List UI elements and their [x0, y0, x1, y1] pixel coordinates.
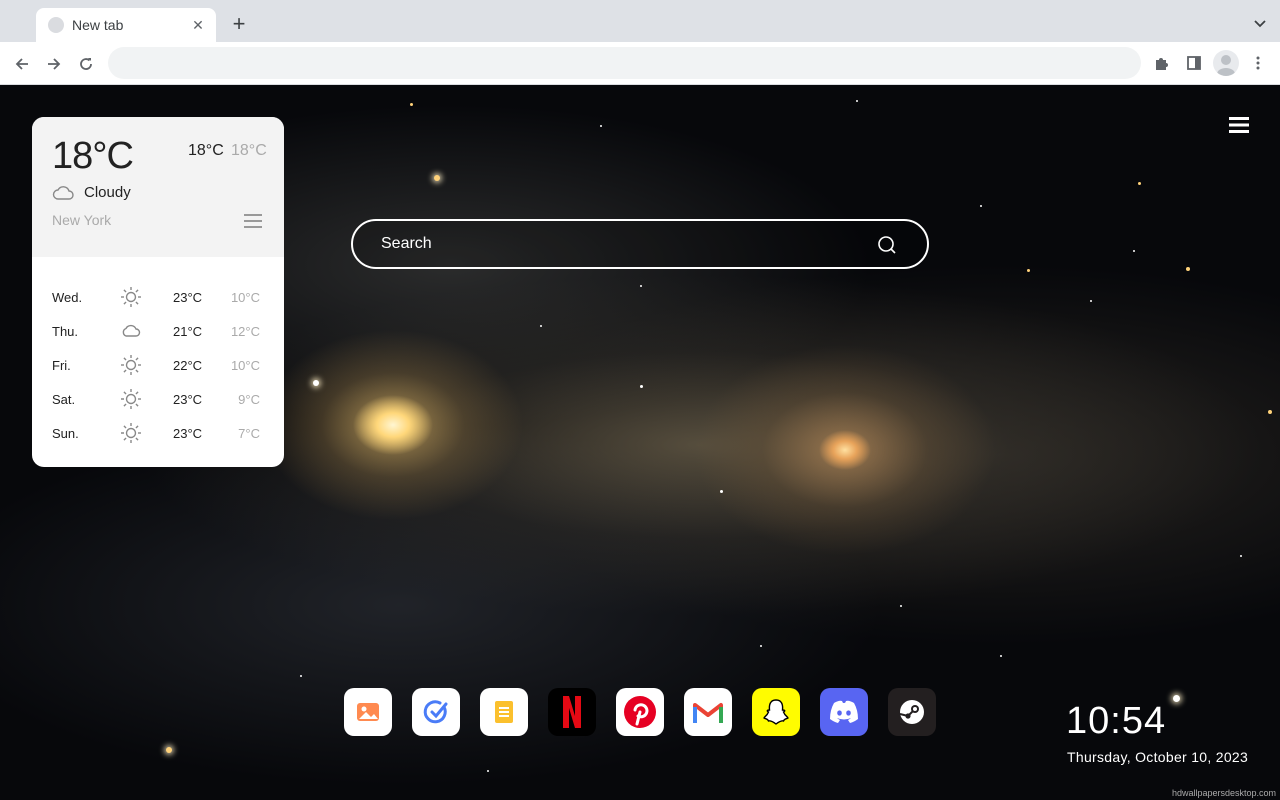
search-box: [351, 219, 929, 269]
forecast-day: Sat.: [52, 392, 76, 407]
forecast-day: Sun.: [52, 426, 79, 441]
app-gmail[interactable]: [684, 688, 732, 736]
puzzle-icon: [1156, 58, 1168, 70]
forecast-high: 21°C: [173, 324, 203, 339]
browser-menu-button[interactable]: [1247, 52, 1269, 74]
tab-new-tab[interactable]: New tab ✕: [36, 8, 216, 42]
sun-icon: [120, 354, 142, 376]
new-tab-page: 18°C 18°C 18°C Cloudy New York Wed. 23°C: [0, 85, 1280, 800]
cloud-icon: [52, 185, 74, 200]
snapchat-icon: [763, 699, 789, 725]
gmail-icon: [693, 703, 723, 723]
forecast-row: Sun. 23°C 7°C: [32, 417, 284, 451]
forecast-day: Thu.: [52, 324, 79, 339]
tab-favicon-icon: [48, 17, 64, 33]
note-icon: [495, 701, 513, 723]
cloud-icon: [120, 320, 142, 342]
sun-icon: [120, 422, 142, 444]
image-icon: [357, 703, 379, 721]
steam-icon: [899, 700, 924, 724]
side-panel-icon: [1187, 56, 1201, 70]
back-button[interactable]: [9, 51, 35, 77]
app-notes[interactable]: [480, 688, 528, 736]
current-temperature: 18°C: [52, 135, 134, 177]
address-bar[interactable]: [108, 47, 1141, 79]
forecast-high: 23°C: [173, 426, 203, 441]
forecast-low: 10°C: [230, 290, 260, 305]
forecast-row: Sat. 23°C 9°C: [32, 383, 284, 417]
tab-search-chevron-icon[interactable]: [1252, 15, 1268, 31]
today-low: 18°C: [231, 142, 267, 159]
sun-icon: [120, 286, 142, 308]
forward-button[interactable]: [41, 51, 67, 77]
arrow-right-icon: [48, 58, 61, 70]
forecast-high: 22°C: [173, 358, 203, 373]
reload-button[interactable]: [73, 51, 99, 77]
netflix-icon: [563, 696, 581, 728]
city-name: New York: [52, 212, 112, 228]
reload-icon: [80, 58, 92, 70]
search-input[interactable]: [381, 231, 861, 257]
app-discord[interactable]: [820, 688, 868, 736]
weather-widget[interactable]: 18°C 18°C 18°C Cloudy New York Wed. 23°C: [32, 117, 284, 467]
app-dock: [344, 688, 956, 736]
new-tab-button[interactable]: +: [228, 13, 250, 36]
forecast-day: Wed.: [52, 290, 83, 305]
profile-avatar[interactable]: [1213, 50, 1239, 76]
page-menu-icon[interactable]: [1229, 117, 1249, 133]
forecast-low: 7°C: [238, 426, 260, 441]
weather-condition: Cloudy: [52, 184, 131, 201]
forecast-high: 23°C: [173, 392, 203, 407]
app-photos[interactable]: [344, 688, 392, 736]
app-tasks[interactable]: [412, 688, 460, 736]
today-high: 18°C: [188, 142, 224, 159]
clock-date: Thursday, October 10, 2023: [1067, 749, 1249, 765]
close-tab-icon[interactable]: ✕: [190, 17, 206, 33]
more-vertical-icon: [1256, 56, 1260, 70]
app-steam[interactable]: [888, 688, 936, 736]
wallpaper-credit: hdwallpapersdesktop.com: [1171, 788, 1276, 798]
check-circle-icon: [423, 700, 448, 724]
toolbar: [0, 42, 1280, 85]
tab-strip: New tab ✕ +: [0, 0, 1280, 42]
forecast-row: Fri. 22°C 10°C: [32, 349, 284, 383]
forecast-list: Wed. 23°C 10°C Thu. 21°C 12°C Fri. 22°C …: [32, 257, 284, 451]
tab-title: New tab: [72, 17, 124, 33]
forecast-low: 9°C: [238, 392, 260, 407]
person-icon: [1217, 55, 1235, 76]
forecast-row: Thu. 21°C 12°C: [32, 315, 284, 349]
app-netflix[interactable]: [548, 688, 596, 736]
clock-time: 10:54: [1066, 700, 1167, 742]
sun-icon: [120, 388, 142, 410]
side-panel-button[interactable]: [1183, 52, 1205, 74]
search-icon[interactable]: [877, 235, 897, 255]
forecast-day: Fri.: [52, 358, 71, 373]
pinterest-icon: [624, 696, 656, 728]
forecast-row: Wed. 23°C 10°C: [32, 281, 284, 315]
discord-icon: [830, 700, 858, 723]
forecast-low: 12°C: [230, 324, 260, 339]
extensions-button[interactable]: [1151, 52, 1173, 74]
condition-label: Cloudy: [84, 184, 131, 201]
arrow-left-icon: [15, 58, 28, 70]
weather-current: 18°C 18°C 18°C Cloudy New York: [32, 117, 284, 257]
app-snapchat[interactable]: [752, 688, 800, 736]
forecast-high: 23°C: [173, 290, 203, 305]
app-pinterest[interactable]: [616, 688, 664, 736]
forecast-low: 10°C: [230, 358, 260, 373]
weather-menu-icon[interactable]: [244, 214, 262, 228]
